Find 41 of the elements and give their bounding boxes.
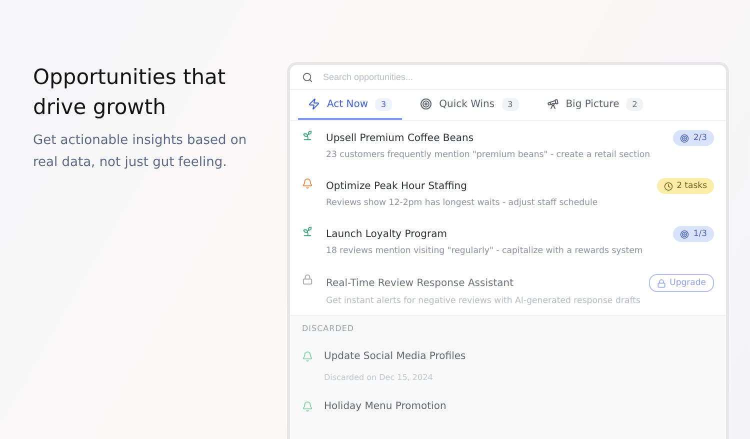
telescope-icon: [546, 98, 559, 110]
opportunity-description: Reviews show 12-2pm has longest waits - adjust staff schedule: [326, 198, 599, 208]
search-field[interactable]: Search opportunities...: [321, 71, 714, 84]
target-icon: [680, 230, 690, 238]
opportunity-title: Real-Time Review Response Assistant: [326, 278, 515, 288]
search-icon: [302, 72, 313, 83]
bell-icon: [302, 401, 313, 412]
discarded-title: Holiday Menu Promotion: [324, 401, 448, 414]
tab-count: 2: [626, 98, 644, 111]
tab-label: Act Now: [327, 98, 368, 110]
lock-icon: [656, 278, 666, 288]
tab-label: Quick Wins: [439, 98, 495, 110]
target-icon: [420, 98, 432, 110]
discarded-title: Update Social Media Profiles: [324, 351, 467, 364]
opportunity-description: 18 reviews mention visiting "regularly" - capitalize with a rewards system: [326, 246, 644, 256]
opportunity-title: Optimize Peak Hour Staffing: [326, 180, 468, 192]
opportunity-description: Get instant alerts for negative reviews with AI-generated response drafts: [326, 296, 642, 306]
bell-icon: [302, 351, 313, 362]
tab-label: Big Picture: [566, 98, 620, 110]
discarded-date: Discarded on Dec 15, 2024: [324, 373, 434, 384]
opportunity-title: Launch Loyalty Program: [326, 228, 448, 240]
tab-count: 3: [375, 98, 392, 111]
tab[interactable]: Act Now 3: [298, 90, 402, 120]
tab-count: 3: [502, 98, 519, 111]
lock-icon: [302, 274, 313, 285]
target-icon: [680, 134, 690, 142]
section-heading: DISCARDED: [301, 324, 356, 335]
opportunity-title: Upsell Premium Coffee Beans: [326, 132, 475, 144]
sprout-icon: [302, 130, 313, 141]
hero-title: Opportunities that drive growth: [33, 64, 227, 121]
status-badge: 2 tasks: [656, 178, 714, 194]
status-badge: 2/3: [673, 130, 714, 146]
tab[interactable]: Big Picture 2: [536, 90, 654, 120]
bell-icon: [302, 178, 313, 189]
sprout-icon: [302, 226, 313, 237]
opportunity-description: 23 customers frequently mention "premium beans" - create a retail section: [326, 150, 652, 160]
clock-icon: [664, 182, 673, 190]
status-badge: 1/3: [673, 226, 714, 242]
lightning-icon: [308, 98, 320, 110]
tab[interactable]: Quick Wins 3: [410, 90, 529, 120]
hero-subtitle: Get actionable insights based on real data, not just gut feeling.: [33, 132, 248, 172]
